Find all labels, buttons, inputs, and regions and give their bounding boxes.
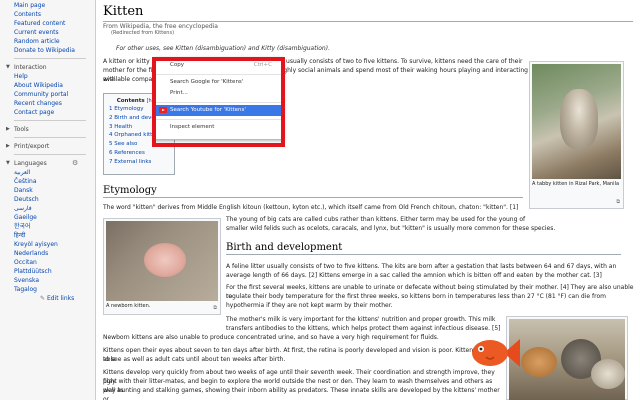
sidebar-section-tools[interactable]: ▶ Tools [0,125,95,134]
language-item[interactable]: Occitan [0,258,95,267]
sidebar: Main page Contents Featured content Curr… [0,0,95,400]
heading-birth-development: Birth and development [226,241,621,255]
birth-text: regulate their body temperature for the … [226,293,606,300]
context-menu: Copy Ctrl+C Search Google for 'Kittens' … [153,57,283,140]
pencil-icon: ✎ [40,295,46,302]
sidebar-item-community-portal[interactable]: Community portal [0,90,95,99]
birth-text: Newborn kittens are also unable to produ… [103,334,439,341]
thumb-kittens-playing [506,316,628,400]
etymology-text: smaller wild felids such as ocelots, car… [226,225,556,232]
sidebar-item-about[interactable]: About Wikipedia [0,81,95,90]
etymology-text: The young of big cats are called cubs ra… [226,216,526,223]
triangle-right-icon: ▶ [6,126,10,132]
language-item[interactable]: 한국어 [0,222,95,231]
menu-item-label: Inspect element [170,124,215,130]
birth-text: A feline litter usually consists of two … [226,263,617,270]
sidebar-item-help[interactable]: Help [0,72,95,81]
sidebar-item-contact-page[interactable]: Contact page [0,108,95,117]
context-menu-copy[interactable]: Copy Ctrl+C [154,60,282,71]
heading-etymology: Etymology [103,184,523,198]
context-menu-inspect[interactable]: Inspect element [154,122,282,133]
kittens-playing-image[interactable] [509,319,625,400]
language-item[interactable]: Dansk [0,186,95,195]
sidebar-nav: Main page Contents Featured content Curr… [0,1,95,55]
language-item[interactable]: Plattdüütsch [0,267,95,276]
section-label: Languages [14,160,47,167]
sidebar-item-contents[interactable]: Contents [0,10,95,19]
context-menu-search-youtube[interactable]: Search Youtube for 'Kittens' [154,105,282,116]
language-item[interactable]: فارسی [0,204,95,213]
language-item[interactable]: Deutsch [0,195,95,204]
language-item[interactable]: Nederlands [0,249,95,258]
sidebar-divider [14,120,86,121]
language-item[interactable]: Tagalog [0,285,95,294]
youtube-icon [159,107,167,113]
sidebar-item-featured-content[interactable]: Featured content [0,19,95,28]
menu-separator [154,102,282,103]
language-item[interactable]: Svenska [0,276,95,285]
language-item[interactable]: Gaeilge [0,213,95,222]
context-menu-print[interactable]: Print... [154,88,282,99]
newborn-kitten-image[interactable] [106,221,218,301]
section-label: Tools [14,126,29,133]
toc-item[interactable]: 5 See also [109,140,169,149]
menu-item-label: Search Youtube for 'Kittens' [170,107,246,113]
language-item[interactable]: Čeština [0,177,95,186]
sidebar-item-random-article[interactable]: Random article [0,37,95,46]
fish-logo-icon [472,339,520,367]
menu-item-shortcut: Ctrl+C [253,62,272,68]
birth-text: play hunting and stalking games, showing… [103,387,500,400]
tabby-kitten-image[interactable] [532,64,621,179]
toc-title-label: Contents [116,98,145,104]
enlarge-icon[interactable]: ⧉ [213,305,217,311]
edit-links-label: Edit links [46,295,75,302]
hatnote: For other uses, see Kitten (disambiguati… [116,45,330,52]
birth-text: hypothermia if they are not kept warm by… [226,302,393,309]
toc-item[interactable]: 6 References [109,149,169,158]
edit-links[interactable]: ✎ Edit links [0,294,95,303]
sidebar-section-languages[interactable]: ▼ Languages ⚙ [0,159,95,168]
menu-separator [154,119,282,120]
birth-text: average length of 66 days. [2] Kittens e… [226,272,602,279]
sidebar-item-recent-changes[interactable]: Recent changes [0,99,95,108]
sidebar-section-interaction[interactable]: ▼ Interaction [0,63,95,72]
language-list: العربية Čeština Dansk Deutsch فارسی Gaei… [0,168,95,294]
etymology-text: The word "kitten" derives from Middle En… [103,204,519,211]
sidebar-item-main-page[interactable]: Main page [0,1,95,10]
sidebar-item-donate[interactable]: Donate to Wikipedia [0,46,95,55]
enlarge-icon[interactable]: ⧉ [616,199,620,205]
triangle-right-icon: ▶ [6,143,10,149]
menu-separator [154,74,282,75]
language-item[interactable]: Kreyòl ayisyen [0,240,95,249]
language-item[interactable]: हिन्दी [0,231,95,240]
sidebar-divider [14,154,86,155]
menu-item-label: Print... [170,90,188,96]
language-item[interactable]: العربية [0,168,95,177]
birth-text: to see as well as adult cats until about… [103,356,286,363]
tagline: From Wikipedia, the free encyclopedia [103,23,218,30]
menu-item-label: Search Google for 'Kittens' [170,79,244,85]
toc-item[interactable]: 7 External links [109,158,169,167]
redirect-note[interactable]: (Redirected from Kittens) [111,30,174,36]
page-title: Kitten [103,4,633,22]
thumb-newborn-kitten: A newborn kitten. ⧉ [103,218,221,315]
triangle-down-icon: ▼ [6,160,10,166]
caption-tabby: A tabby kitten in Rizal Park, Manila [532,181,620,187]
sidebar-item-current-events[interactable]: Current events [0,28,95,37]
caption-newborn: A newborn kitten. [106,303,151,309]
triangle-down-icon: ▼ [6,64,10,70]
menu-item-label: Copy [170,62,184,68]
context-menu-search-google[interactable]: Search Google for 'Kittens' [154,77,282,88]
section-label: Print/export [14,143,50,150]
sidebar-divider [14,137,86,138]
sidebar-divider [14,58,86,59]
gear-icon[interactable]: ⚙ [72,159,78,168]
interaction-list: Help About Wikipedia Community portal Re… [0,72,95,117]
section-label: Interaction [14,64,47,71]
sidebar-section-print[interactable]: ▶ Print/export [0,142,95,151]
thumb-tabby-kitten: A tabby kitten in Rizal Park, Manila ⧉ [529,61,624,209]
